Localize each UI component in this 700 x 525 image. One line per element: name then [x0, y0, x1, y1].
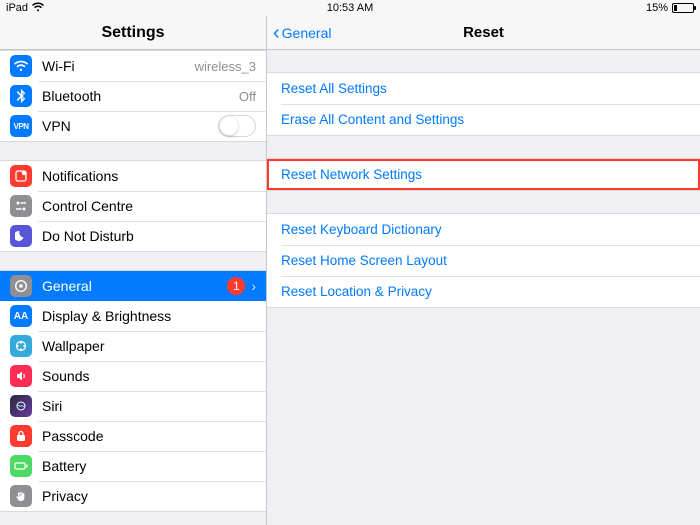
detail-header: ‹ General Reset [267, 16, 700, 50]
sidebar-item-wifi[interactable]: Wi-Fi wireless_3 [0, 51, 266, 81]
siri-icon [10, 395, 32, 417]
label: General [42, 278, 227, 294]
sidebar-item-battery[interactable]: Battery [0, 451, 266, 481]
label: Privacy [42, 488, 256, 504]
erase-all-content[interactable]: Erase All Content and Settings [267, 104, 700, 135]
back-button[interactable]: ‹ General [267, 23, 331, 43]
reset-location-privacy[interactable]: Reset Location & Privacy [267, 276, 700, 307]
device-label: iPad [6, 2, 28, 14]
label: Siri [42, 398, 256, 414]
wifi-icon [32, 2, 44, 15]
sidebar-title: Settings [0, 16, 266, 50]
detail-value: Off [239, 89, 256, 104]
label: Wi-Fi [42, 58, 195, 74]
label: Display & Brightness [42, 308, 256, 324]
label: Battery [42, 458, 256, 474]
wallpaper-icon [10, 335, 32, 357]
sidebar-item-passcode[interactable]: Passcode [0, 421, 266, 451]
chevron-right-icon: › [251, 278, 256, 294]
status-time: 10:53 AM [327, 2, 373, 14]
display-icon: AA [10, 305, 32, 327]
detail-pane: ‹ General Reset Reset All Settings Erase… [267, 16, 700, 525]
battery-icon [10, 455, 32, 477]
reset-all-settings[interactable]: Reset All Settings [267, 73, 700, 104]
sidebar-item-general[interactable]: General 1 › [0, 271, 266, 301]
reset-keyboard-dictionary[interactable]: Reset Keyboard Dictionary [267, 214, 700, 245]
control-centre-icon [10, 195, 32, 217]
badge: 1 [227, 277, 245, 295]
vpn-icon: VPN [10, 115, 32, 137]
sidebar-item-sounds[interactable]: Sounds [0, 361, 266, 391]
settings-sidebar: Settings Wi-Fi wireless_3 Bluetooth Off [0, 16, 267, 525]
label: Wallpaper [42, 338, 256, 354]
notifications-icon [10, 165, 32, 187]
sidebar-item-vpn[interactable]: VPN VPN [0, 111, 266, 141]
sounds-icon [10, 365, 32, 387]
page-title: Reset [463, 24, 504, 41]
status-bar: iPad 10:53 AM 15% [0, 0, 700, 16]
sidebar-item-control-centre[interactable]: Control Centre [0, 191, 266, 221]
sidebar-item-wallpaper[interactable]: Wallpaper [0, 331, 266, 361]
label: Sounds [42, 368, 256, 384]
gear-icon [10, 275, 32, 297]
hand-icon [10, 485, 32, 507]
label: Control Centre [42, 198, 256, 214]
vpn-toggle[interactable] [218, 115, 256, 137]
back-label: General [282, 25, 332, 41]
battery-percent: 15% [646, 2, 668, 14]
sidebar-item-bluetooth[interactable]: Bluetooth Off [0, 81, 266, 111]
bluetooth-icon [10, 85, 32, 107]
sidebar-item-privacy[interactable]: Privacy [0, 481, 266, 511]
reset-home-screen[interactable]: Reset Home Screen Layout [267, 245, 700, 276]
reset-network-settings[interactable]: Reset Network Settings [267, 159, 700, 190]
wifi-icon [10, 55, 32, 77]
battery-icon [672, 3, 694, 13]
label: VPN [42, 118, 218, 134]
detail-value: wireless_3 [195, 59, 256, 74]
label: Do Not Disturb [42, 228, 256, 244]
sidebar-item-notifications[interactable]: Notifications [0, 161, 266, 191]
sidebar-item-display[interactable]: AA Display & Brightness [0, 301, 266, 331]
lock-icon [10, 425, 32, 447]
label: Notifications [42, 168, 256, 184]
label: Passcode [42, 428, 256, 444]
sidebar-item-dnd[interactable]: Do Not Disturb [0, 221, 266, 251]
label: Bluetooth [42, 88, 239, 104]
chevron-left-icon: ‹ [273, 23, 280, 43]
moon-icon [10, 225, 32, 247]
sidebar-item-siri[interactable]: Siri [0, 391, 266, 421]
